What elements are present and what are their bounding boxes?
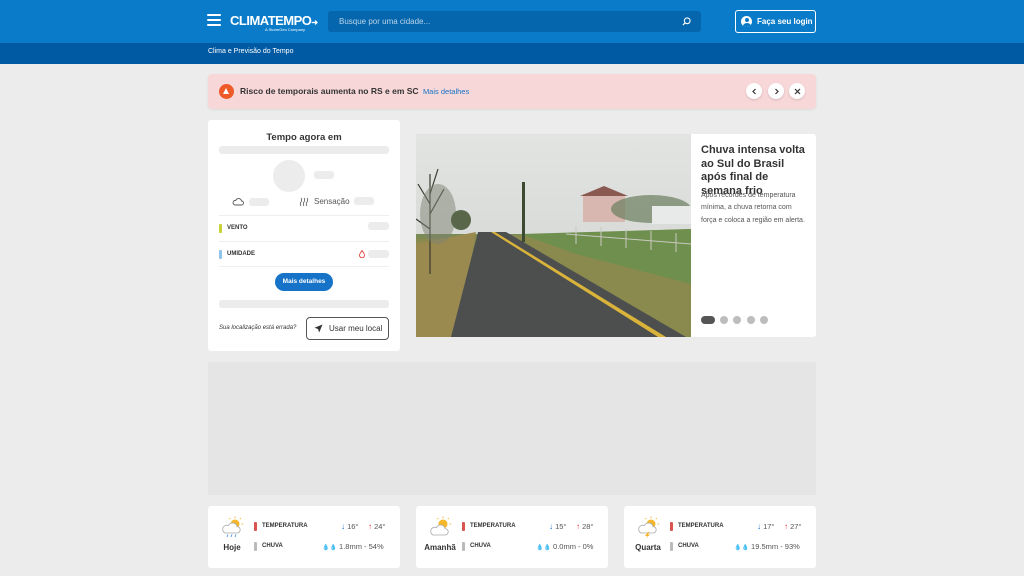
rain-label: CHUVA bbox=[262, 543, 283, 549]
news-photo[interactable] bbox=[416, 134, 691, 337]
temperature-placeholder bbox=[314, 171, 334, 179]
weather-icon-placeholder bbox=[273, 160, 305, 192]
menu-icon[interactable] bbox=[207, 14, 221, 26]
alert-details-link[interactable]: Mais detalhes bbox=[423, 87, 469, 96]
news-carousel[interactable]: Chuva intensa volta ao Sul do Brasil apó… bbox=[416, 134, 816, 337]
temperature-label: TEMPERATURA bbox=[470, 523, 516, 529]
partly-cloudy-rain-icon bbox=[222, 516, 243, 538]
alert-message: Risco de temporais aumenta no RS e em SC bbox=[240, 86, 419, 96]
temp-min: 17° bbox=[763, 522, 775, 531]
humidity-placeholder bbox=[368, 250, 389, 258]
forecast-card-tomorrow[interactable]: Amanhã TEMPERATURA ↓ 15° ↑ 28° CHUVA 💧💧 … bbox=[416, 506, 608, 568]
carousel-dot[interactable] bbox=[720, 316, 728, 324]
alert-prev-button[interactable] bbox=[746, 83, 762, 99]
rain-drops-icon: 💧💧 bbox=[734, 545, 749, 551]
info-placeholder bbox=[219, 300, 389, 308]
chevron-left-icon bbox=[751, 88, 756, 94]
weather-now-card: Tempo agora em Sensação VENTO UMIDADE Ma… bbox=[208, 120, 400, 351]
temp-min: 16° bbox=[347, 522, 359, 531]
temperature-bar bbox=[462, 522, 465, 531]
divider bbox=[219, 266, 389, 267]
alert-banner: Risco de temporais aumenta no RS e em SC… bbox=[208, 74, 816, 109]
search-input[interactable] bbox=[328, 11, 673, 32]
arrow-down-icon: ↓ bbox=[757, 522, 761, 531]
arrow-up-icon: ↑ bbox=[784, 522, 788, 531]
logo-text: CLIMATEMPO bbox=[230, 13, 312, 28]
divider bbox=[219, 215, 389, 216]
forecast-day: Amanhã bbox=[424, 543, 456, 552]
thunderstorm-icon bbox=[638, 516, 659, 538]
news-description: Após recordes de temperatura mínima, a c… bbox=[701, 192, 805, 224]
humidity-label: UMIDADE bbox=[227, 251, 255, 257]
temp-max: 28° bbox=[582, 522, 594, 531]
partly-cloudy-icon bbox=[430, 516, 451, 536]
divider bbox=[219, 241, 389, 242]
chevron-right-icon bbox=[774, 88, 779, 94]
heat-waves-icon bbox=[299, 197, 309, 207]
search-bar bbox=[328, 11, 701, 32]
temp-max: 24° bbox=[374, 522, 386, 531]
close-icon bbox=[794, 88, 800, 94]
carousel-dot-active[interactable] bbox=[701, 316, 715, 324]
carousel-dot[interactable] bbox=[747, 316, 755, 324]
breadcrumb[interactable]: Clima e Previsão do Tempo bbox=[208, 48, 293, 55]
humidity-bar bbox=[219, 250, 222, 259]
temp-max: 27° bbox=[790, 522, 802, 531]
rain-value: 1.8mm - 54% bbox=[339, 542, 384, 551]
rain-drops-icon: 💧💧 bbox=[536, 545, 551, 551]
rain-label: CHUVA bbox=[678, 543, 699, 549]
user-icon bbox=[741, 16, 752, 27]
breadcrumb-bar bbox=[0, 43, 1024, 64]
alert-text: Risco de temporais aumenta no RS e em SC… bbox=[240, 86, 469, 96]
use-location-button[interactable]: Usar meu local bbox=[306, 317, 389, 340]
arrow-down-icon: ↓ bbox=[341, 522, 345, 531]
drop-icon bbox=[359, 250, 365, 258]
temperature-bar bbox=[670, 522, 673, 531]
use-location-label: Usar meu local bbox=[329, 324, 383, 333]
rain-bar bbox=[254, 542, 257, 551]
wind-placeholder bbox=[368, 222, 389, 230]
search-icon[interactable] bbox=[682, 17, 691, 26]
temp-min: 15° bbox=[555, 522, 567, 531]
sensation-placeholder bbox=[354, 197, 374, 205]
wind-label: VENTO bbox=[227, 225, 248, 231]
rain-bar bbox=[670, 542, 673, 551]
carousel-dot[interactable] bbox=[760, 316, 768, 324]
wind-bar bbox=[219, 224, 222, 233]
arrow-down-icon: ↓ bbox=[549, 522, 553, 531]
foggy-road-image bbox=[416, 134, 691, 337]
alert-next-button[interactable] bbox=[768, 83, 784, 99]
logo-subtitle: A StormGeo Company bbox=[265, 27, 306, 32]
rain-drops-icon: 💧💧 bbox=[322, 545, 337, 551]
more-details-button[interactable]: Mais detalhes bbox=[275, 273, 333, 291]
temperature-label: TEMPERATURA bbox=[262, 523, 308, 529]
carousel-dot[interactable] bbox=[733, 316, 741, 324]
temperature-label: TEMPERATURA bbox=[678, 523, 724, 529]
forecast-day: Quarta bbox=[635, 543, 661, 552]
rain-bar bbox=[462, 542, 465, 551]
login-button[interactable]: Faça seu login bbox=[735, 10, 816, 33]
cloud-icon bbox=[232, 198, 244, 206]
weather-now-title: Tempo agora em bbox=[266, 132, 342, 143]
city-placeholder bbox=[219, 146, 389, 154]
warning-icon bbox=[219, 84, 234, 99]
login-label: Faça seu login bbox=[757, 17, 813, 26]
rain-value: 19.5mm - 93% bbox=[751, 542, 800, 551]
forecast-card-wednesday[interactable]: Quarta TEMPERATURA ↓ 17° ↑ 27° CHUVA 💧💧 … bbox=[624, 506, 816, 568]
forecast-card-today[interactable]: Hoje TEMPERATURA ↓ 16° ↑ 24° CHUVA 💧💧 1.… bbox=[208, 506, 400, 568]
arrow-up-icon: ↑ bbox=[576, 522, 580, 531]
rain-value: 0.0mm - 0% bbox=[553, 542, 594, 551]
location-question: Sua localização está errada? bbox=[219, 325, 297, 331]
temperature-bar bbox=[254, 522, 257, 531]
sensation-label: Sensação bbox=[314, 197, 350, 206]
rain-label: CHUVA bbox=[470, 543, 491, 549]
navigation-icon bbox=[314, 324, 323, 333]
ad-placeholder bbox=[208, 362, 816, 495]
alert-close-button[interactable] bbox=[789, 83, 805, 99]
arrow-up-icon: ↑ bbox=[368, 522, 372, 531]
logo[interactable]: CLIMATEMPO➜ A StormGeo Company bbox=[230, 13, 318, 32]
forecast-day: Hoje bbox=[223, 543, 241, 552]
condition-placeholder bbox=[249, 198, 269, 206]
